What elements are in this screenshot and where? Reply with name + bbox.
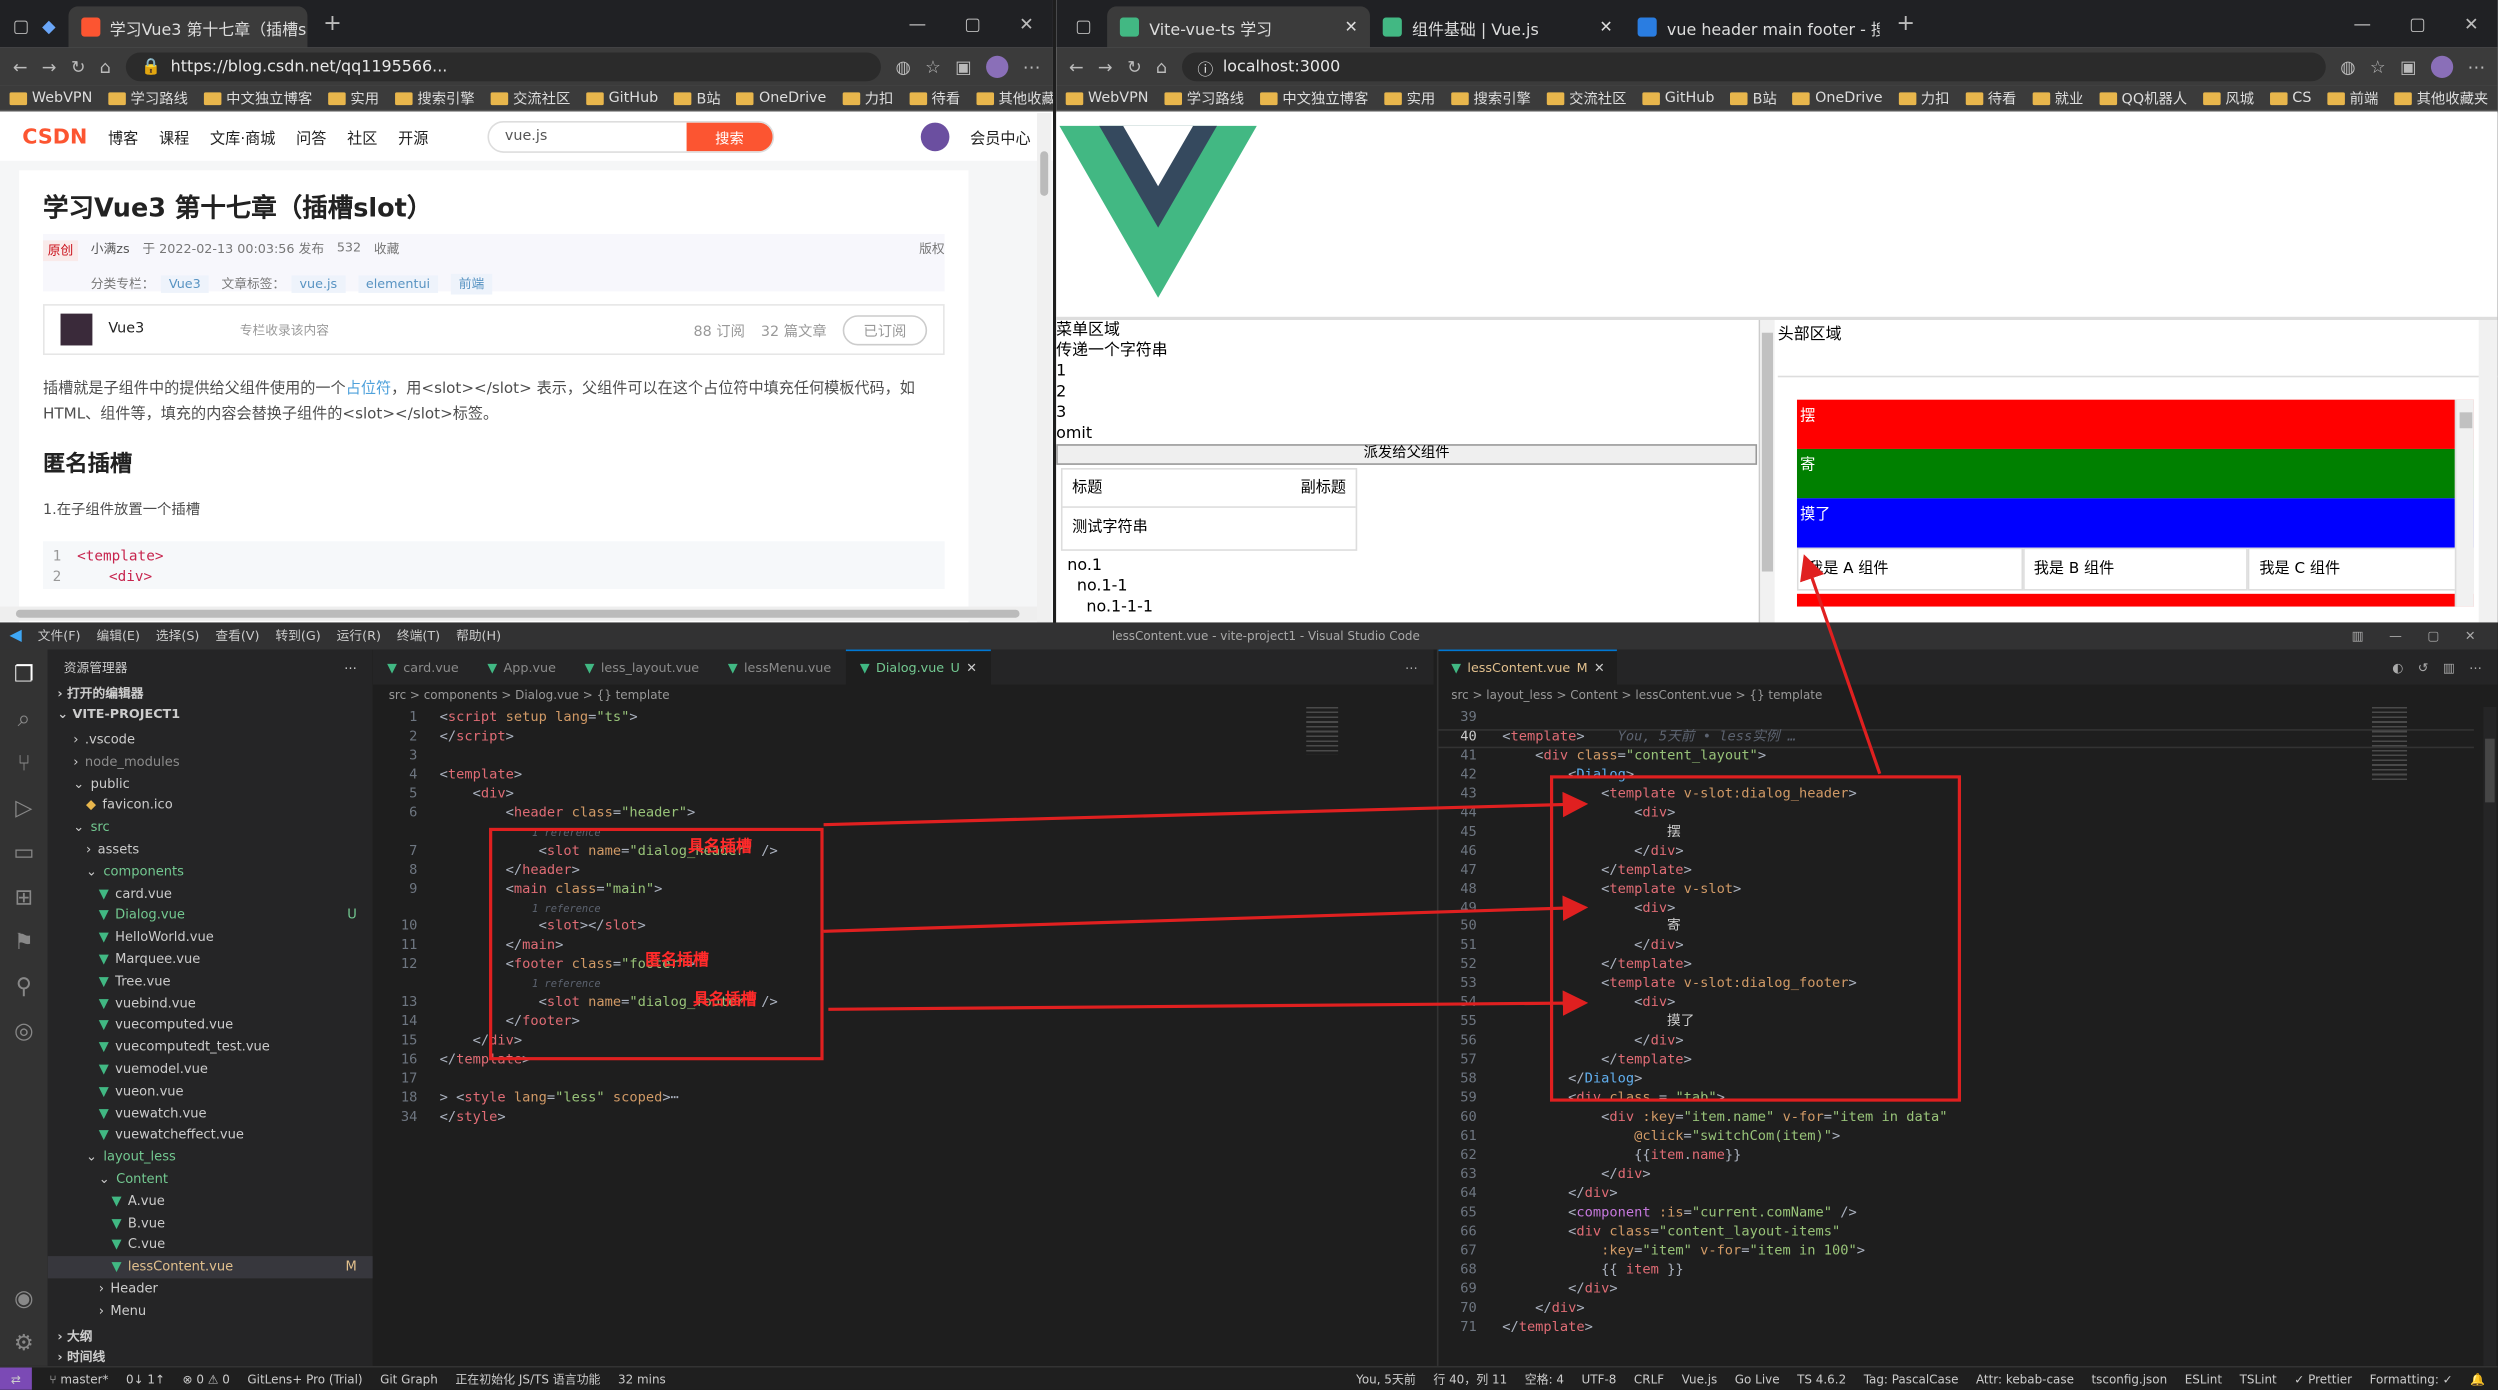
tag-case[interactable]: Tag: PascalCase xyxy=(1864,1372,1959,1386)
tslint-status[interactable]: TSLint xyxy=(2240,1372,2277,1386)
language-status[interactable]: Vue.js xyxy=(1682,1372,1718,1386)
eslint-status[interactable]: ESLint xyxy=(2185,1372,2222,1386)
encoding-status[interactable]: UTF-8 xyxy=(1582,1372,1617,1386)
notifications-icon[interactable]: 🔔 xyxy=(2470,1372,2498,1386)
eol-status[interactable]: CRLF xyxy=(1634,1372,1664,1386)
cursor-position[interactable]: 行 40，列 11 xyxy=(1433,1370,1507,1388)
prettier-status[interactable]: ✓ Prettier xyxy=(2294,1372,2352,1386)
blame-status[interactable]: You, 5天前 xyxy=(1356,1370,1416,1388)
ts-version[interactable]: TS 4.6.2 xyxy=(1797,1372,1846,1386)
vscode-window: ◀ 文件(F) 编辑(E) 选择(S) 查看(V) 转到(G) 运行(R) 终端(T) 帮助(… xyxy=(0,554,2498,1390)
golive-status[interactable]: Go Live xyxy=(1735,1372,1780,1386)
annotation-arrows xyxy=(823,554,1882,1016)
formatting-status[interactable]: Formatting: ✓ xyxy=(2370,1372,2453,1386)
gitlens-status[interactable]: GitLens+ Pro (Trial) xyxy=(247,1372,362,1386)
time-status[interactable]: 32 mins xyxy=(618,1372,666,1386)
indent-status[interactable]: 空格: 4 xyxy=(1525,1370,1564,1388)
gitgraph-status[interactable]: Git Graph xyxy=(380,1372,438,1386)
arrow-header-slot xyxy=(823,791,1589,827)
problems-status[interactable]: ⊗ 0 ⚠ 0 xyxy=(183,1372,230,1386)
branch-name: master* xyxy=(60,1371,109,1386)
tsconfig-status[interactable]: tsconfig.json xyxy=(2091,1372,2167,1386)
status-bar: ⇄ ⑂ master* 0↓ 1↑ ⊗ 0 ⚠ 0 GitLens+ Pro (… xyxy=(0,1365,2498,1390)
git-branch[interactable]: ⑂ master* xyxy=(49,1372,108,1386)
remote-indicator[interactable]: ⇄ xyxy=(0,1367,32,1390)
sync-status[interactable]: 0↓ 1↑ xyxy=(126,1372,165,1386)
attr-case[interactable]: Attr: kebab-case xyxy=(1976,1372,2074,1386)
arrow-to-render xyxy=(1800,554,1882,775)
arrow-footer-slot xyxy=(828,990,1589,1016)
ts-init-status: 正在初始化 JS/TS 语言功能 xyxy=(455,1371,601,1386)
arrow-main-slot xyxy=(823,895,1589,933)
